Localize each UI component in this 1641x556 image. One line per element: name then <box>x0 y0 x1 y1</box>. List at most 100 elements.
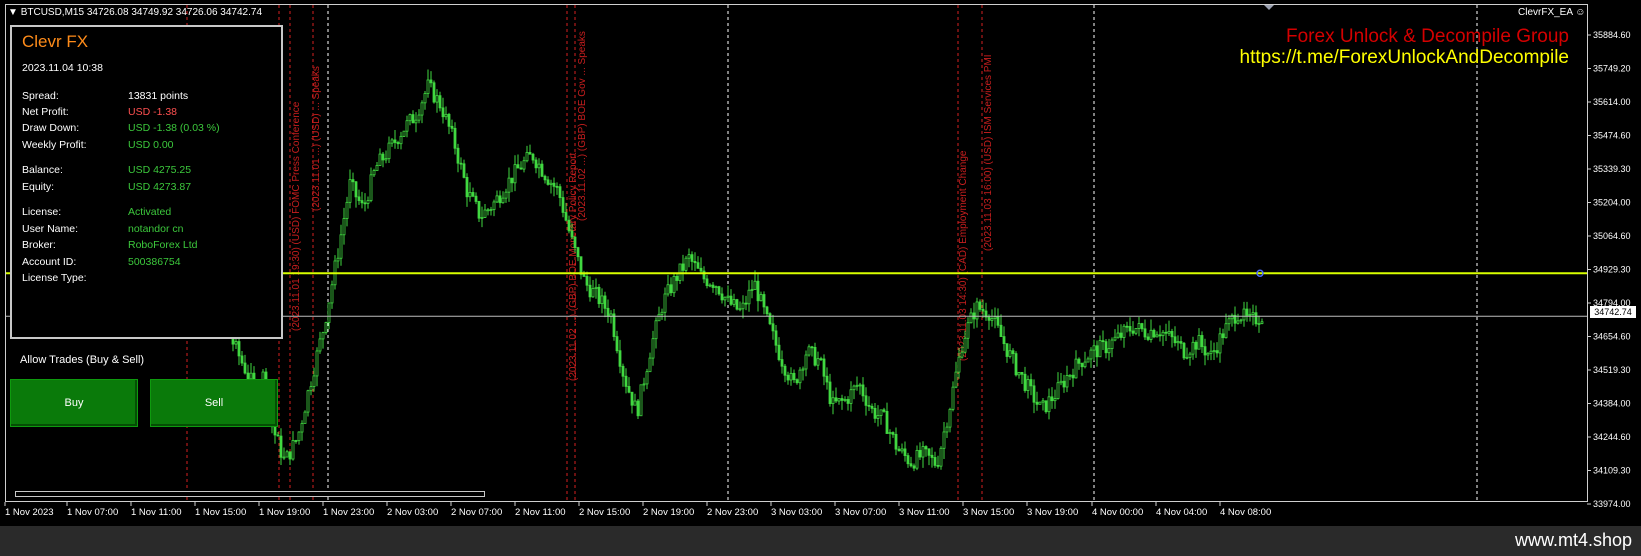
candle-body <box>750 289 754 291</box>
candle-body <box>1230 314 1234 320</box>
candle-body <box>909 463 913 467</box>
candle-body <box>1188 353 1192 358</box>
info-panel: Clevr FX 2023.11.04 10:38 Spread: 13831 p… <box>10 25 283 339</box>
candle-body <box>1257 323 1261 325</box>
candle-body <box>501 197 505 204</box>
news-event-label: (2023.11.02 ...) (GBP) BOE Gov ... Speak… <box>577 31 588 221</box>
candle-body <box>411 114 415 124</box>
candle-body <box>741 302 745 310</box>
y-tick-label: 33974.00 <box>1593 499 1631 509</box>
candle-body <box>1152 329 1156 338</box>
candle-body <box>714 286 718 289</box>
x-tick-label: 2 Nov 23:00 <box>707 507 758 518</box>
expert-advisor-label: ClevrFX_EA ☺ <box>1518 7 1585 18</box>
candle-body <box>273 426 277 436</box>
candle-body <box>849 389 853 404</box>
candle-body <box>558 186 562 198</box>
promo-url[interactable]: https://t.me/ForexUnlockAndDecompile <box>1240 47 1569 69</box>
ea-name: ClevrFX_EA <box>1518 7 1573 18</box>
candle-body <box>687 254 691 259</box>
buy-button[interactable]: Buy <box>10 379 138 427</box>
candle-body <box>1074 358 1078 379</box>
candle-body <box>537 163 541 169</box>
candle-body <box>1155 334 1159 338</box>
candle-body <box>354 181 358 198</box>
candle-body <box>813 346 817 366</box>
candle-body <box>447 113 451 127</box>
candle-body <box>873 407 877 419</box>
panel-row-label: Balance: <box>22 164 63 176</box>
panel-row-label: License: <box>22 206 62 218</box>
candle-body <box>327 302 331 323</box>
candle-body <box>636 400 640 417</box>
candle-body <box>1014 353 1018 376</box>
candle-body <box>978 301 982 310</box>
current-price-tag: 34742.74 <box>1590 306 1636 318</box>
candle-body <box>816 358 820 366</box>
candle-body <box>1113 336 1117 341</box>
panel-row: Net Profit: USD -1.38 <box>22 106 272 120</box>
candle-body <box>378 153 382 166</box>
candle-body <box>864 395 868 406</box>
candle-body <box>831 397 835 405</box>
candle-body <box>672 275 676 294</box>
candle-body <box>612 313 616 337</box>
candle-body <box>663 293 667 313</box>
candle-body <box>1170 330 1174 338</box>
candle-body <box>921 446 925 458</box>
panel-row-value: USD -1.38 <box>128 106 178 118</box>
candle-body <box>495 195 499 203</box>
candle-body <box>564 212 568 221</box>
candle-body <box>435 95 439 103</box>
candle-body <box>453 127 457 149</box>
x-tick-label: 2 Nov 07:00 <box>451 507 502 518</box>
candle-body <box>531 153 535 161</box>
candle-body <box>654 320 658 340</box>
candle-body <box>1215 350 1219 354</box>
candle-body <box>1053 398 1057 402</box>
candle-body <box>1239 319 1243 322</box>
candle-body <box>705 278 709 286</box>
candle-body <box>633 400 637 406</box>
candle-body <box>945 426 949 433</box>
candle-body <box>861 384 865 397</box>
candle-body <box>1206 352 1210 356</box>
candle-body <box>819 358 823 361</box>
x-tick-label: 3 Nov 15:00 <box>963 507 1014 518</box>
candle-body <box>1179 341 1183 344</box>
candle-body <box>828 381 832 405</box>
news-event-label: (2023.11.01 ...) (USD) ... Speaks <box>311 66 322 211</box>
x-tick-label: 1 Nov 19:00 <box>259 507 310 518</box>
candle-body <box>702 270 706 280</box>
panel-row: Balance: USD 4275.25 <box>22 164 272 178</box>
panel-row-value: USD -1.38 (0.03 %) <box>128 122 220 134</box>
x-tick-label: 3 Nov 19:00 <box>1027 507 1078 518</box>
candle-body <box>738 308 742 311</box>
candle-body <box>843 399 847 401</box>
candle-body <box>627 386 631 393</box>
candle-body <box>1032 385 1036 403</box>
panel-row-label: Weekly Profit: <box>22 139 87 151</box>
x-tick-label: 4 Nov 00:00 <box>1092 507 1143 518</box>
candle-body <box>1077 358 1081 364</box>
panel-row-value: RoboForex Ltd <box>128 239 198 251</box>
candle-body <box>1056 382 1060 399</box>
sell-button[interactable]: Sell <box>150 379 278 427</box>
candle-body <box>1173 336 1177 344</box>
candle-body <box>525 152 529 162</box>
panel-row-label: Spread: <box>22 90 59 102</box>
candle-body <box>1107 348 1111 354</box>
candle-body <box>867 404 871 407</box>
candle-body <box>591 288 595 298</box>
candle-body <box>474 195 478 202</box>
candle-body <box>966 322 970 339</box>
candle-body <box>1116 332 1120 338</box>
candle-body <box>732 299 736 305</box>
chart-scrollbar[interactable] <box>15 491 485 497</box>
candle-body <box>771 323 775 332</box>
candle-body <box>291 440 295 460</box>
collapse-arrow-icon[interactable]: ▼ <box>8 7 18 18</box>
candle-body <box>513 164 517 184</box>
candle-body <box>747 289 751 305</box>
candle-body <box>429 79 433 84</box>
